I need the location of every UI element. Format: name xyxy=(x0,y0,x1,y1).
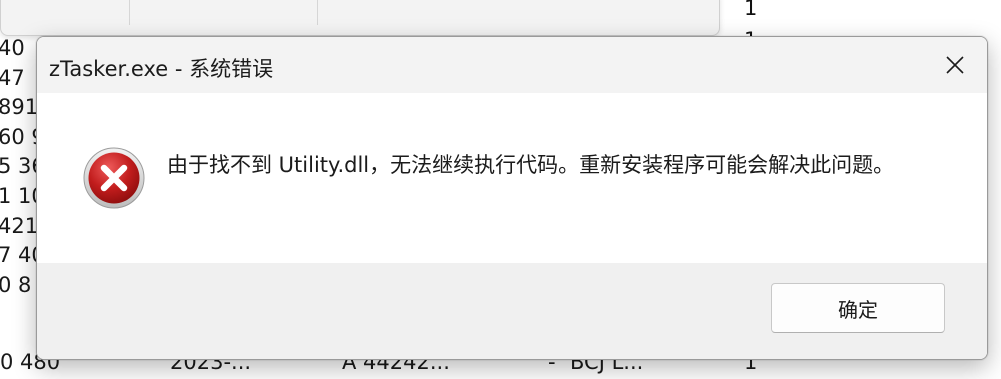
background-window-toolbar xyxy=(0,0,720,36)
ok-button[interactable]: 确定 xyxy=(771,283,945,333)
table-row: 60 9 xyxy=(0,124,40,149)
dialog-titlebar: zTasker.exe - 系统错误 xyxy=(37,37,987,93)
close-icon xyxy=(946,56,964,74)
close-button[interactable] xyxy=(923,37,987,93)
table-row: 891 xyxy=(0,95,39,120)
dialog-title: zTasker.exe - 系统错误 xyxy=(49,57,274,81)
toolbar-separator xyxy=(317,0,318,25)
toolbar-separator xyxy=(129,0,130,25)
table-row: 40 xyxy=(0,36,25,60)
table-row: 7 40 xyxy=(0,243,40,268)
table-row: 5 36 xyxy=(0,154,40,179)
background-left-column: 40 47 891 60 9 5 36 1 10 421 7 40 0 8 xyxy=(0,34,40,300)
error-message: 由于找不到 Utility.dll，无法继续执行代码。重新安装程序可能会解决此问… xyxy=(167,153,895,177)
error-dialog: zTasker.exe - 系统错误 由于找不到 Utility.dll，无法继… xyxy=(36,36,988,360)
dialog-footer: 确定 xyxy=(37,263,987,359)
table-row: 0 8 xyxy=(0,272,32,297)
screen: 1 1 40 47 891 60 9 5 36 1 10 421 7 40 0 … xyxy=(0,0,1001,379)
table-row: 47 xyxy=(0,65,25,90)
table-row: 421 xyxy=(0,213,39,238)
dialog-body: 由于找不到 Utility.dll，无法继续执行代码。重新安装程序可能会解决此问… xyxy=(37,93,987,263)
table-row: 1 10 xyxy=(0,183,40,208)
list-item: 1 xyxy=(744,0,758,20)
error-icon xyxy=(83,147,145,209)
